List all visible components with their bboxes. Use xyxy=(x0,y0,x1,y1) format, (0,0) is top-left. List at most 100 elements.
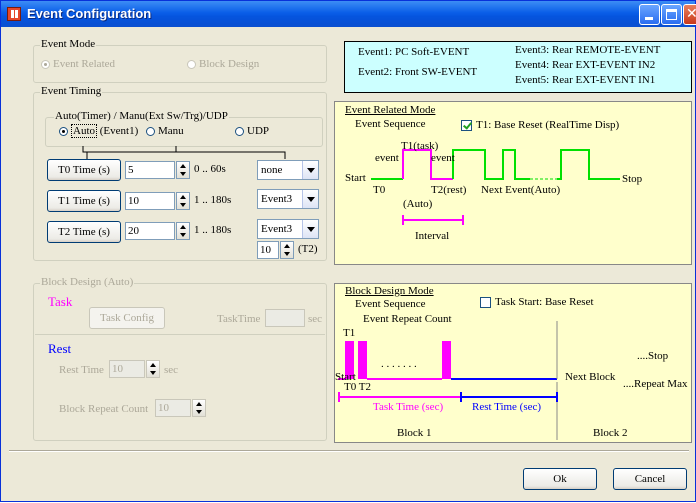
event1-text: Event1: PC Soft-EVENT xyxy=(358,46,470,58)
rest-label: Rest xyxy=(48,341,72,356)
block-design-radio[interactable]: Block Design xyxy=(187,58,259,70)
chevron-down-icon xyxy=(302,190,318,208)
minimize-icon xyxy=(645,17,653,20)
task-start-reset-label: Task Start: Base Reset xyxy=(495,296,594,308)
window-title: Event Configuration xyxy=(27,6,152,21)
event2-text: Event2: Front SW-EVENT xyxy=(358,66,478,78)
task-time-input[interactable] xyxy=(265,309,305,327)
realtime-reset-checkbox[interactable]: T1: Base Reset (RealTime Disp) xyxy=(461,119,619,131)
bottom-separator xyxy=(9,450,689,452)
event-configuration-window: Event Configuration ✕ Event Mode Event R… xyxy=(0,0,696,502)
t1-time-spinner[interactable] xyxy=(176,192,190,210)
radio-icon xyxy=(235,126,244,136)
maximize-icon xyxy=(666,9,677,20)
task-time-label: TaskTime xyxy=(217,313,261,325)
t0-event-select[interactable]: none xyxy=(257,160,319,180)
task-start-reset-checkbox[interactable]: Task Start: Base Reset xyxy=(480,296,594,308)
rest-time-label: Rest Time xyxy=(59,364,104,376)
rest-time-caption: Rest Time (sec) xyxy=(472,401,542,413)
repeat-count-label: Block Repeat Count xyxy=(59,403,149,415)
minimize-button[interactable] xyxy=(639,4,660,25)
t1-label: T1 xyxy=(343,327,356,339)
divider xyxy=(35,334,325,335)
t2-time-input[interactable]: 20 xyxy=(125,222,175,240)
t1-range-label: 1 .. 180s xyxy=(194,194,232,206)
manu-radio[interactable]: Manu xyxy=(146,125,184,137)
stop-label: ....Stop xyxy=(637,350,669,362)
udp-radio[interactable]: UDP xyxy=(235,125,269,137)
task-label: Task xyxy=(48,294,73,309)
event-timing-label: Event Timing xyxy=(40,85,103,97)
close-button[interactable]: ✕ xyxy=(683,4,696,25)
block-design-diagram: Block Design Mode Event Sequence Task St… xyxy=(334,283,692,443)
event3-text: Event3: Rear REMOTE-EVENT xyxy=(515,44,661,56)
interval-label: Interval xyxy=(415,230,450,242)
t1-select-value: Event3 xyxy=(261,193,293,205)
event-diagram-title: Event Related Mode xyxy=(345,104,436,116)
event-mode-label: Event Mode xyxy=(40,38,97,50)
radio-icon xyxy=(41,59,50,69)
t2-count-note: (T2) xyxy=(298,243,318,255)
t2-event-select[interactable]: Event3 xyxy=(257,219,319,239)
radio-icon xyxy=(59,126,68,136)
t0-t2-label: T0 T2 xyxy=(344,381,371,393)
auto-note: (Event1) xyxy=(99,125,139,137)
block-design-group: Block Design (Auto) xyxy=(33,276,327,441)
auto-radio[interactable]: Auto (Event1) xyxy=(59,124,139,138)
chevron-down-icon xyxy=(302,161,318,179)
t0-select-value: none xyxy=(261,164,283,176)
ok-button[interactable]: Ok xyxy=(523,468,597,490)
t2-select-value: Event3 xyxy=(261,223,293,235)
manu-label: Manu xyxy=(158,125,184,137)
realtime-reset-label: T1: Base Reset (RealTime Disp) xyxy=(476,119,620,131)
event-related-diagram: Event Related Mode Event Sequence T1: Ba… xyxy=(334,101,692,265)
t2-count-spinner[interactable] xyxy=(280,241,294,259)
udp-label: UDP xyxy=(247,125,270,137)
t0-range-label: 0 .. 60s xyxy=(194,163,226,175)
next-event-label: Next Event(Auto) xyxy=(481,184,561,196)
t2-count-input[interactable]: 10 xyxy=(257,241,279,259)
event-b-label: event xyxy=(431,152,455,164)
event-legend-box: Event1: PC Soft-EVENT Event2: Front SW-E… xyxy=(344,41,692,93)
repeat-max-label: ....Repeat Max xyxy=(623,378,688,390)
checkbox-icon xyxy=(480,296,491,308)
title-bar[interactable]: Event Configuration ✕ xyxy=(1,1,696,27)
event-related-radio[interactable]: Event Related xyxy=(41,58,115,70)
chevron-down-icon xyxy=(302,220,318,238)
block-sequence-label: Event Sequence xyxy=(355,298,426,310)
rest-time-input[interactable]: 10 xyxy=(109,360,145,378)
repeat-count-spinner[interactable] xyxy=(192,399,206,417)
t2-rest-label: T2(rest) xyxy=(431,184,467,196)
t0-time-button[interactable]: T0 Time (s) xyxy=(47,159,121,181)
stop-label: Stop xyxy=(622,173,643,185)
auto-label: Auto xyxy=(71,124,97,138)
radio-icon xyxy=(146,126,155,136)
task-config-button[interactable]: Task Config xyxy=(89,307,165,329)
event5-text: Event5: Rear EXT-EVENT IN1 xyxy=(515,74,656,86)
rest-time-spinner[interactable] xyxy=(146,360,160,378)
block2-label: Block 2 xyxy=(593,427,628,439)
event-repeat-label: Event Repeat Count xyxy=(363,313,452,325)
t1-task-label: T1(task) xyxy=(401,140,439,152)
block-diagram-title: Block Design Mode xyxy=(345,285,434,297)
repeat-count-input[interactable]: 10 xyxy=(155,399,191,417)
t1-time-input[interactable]: 10 xyxy=(125,192,175,210)
rest-time-unit: sec xyxy=(164,364,179,376)
cancel-button[interactable]: Cancel xyxy=(613,468,687,490)
t0-time-input[interactable]: 5 xyxy=(125,161,175,179)
timing-mode-label: Auto(Timer) / Manu(Ext Sw/Trg)/UDP xyxy=(54,110,229,122)
event4-text: Event4: Rear EXT-EVENT IN2 xyxy=(515,59,656,71)
close-icon: ✕ xyxy=(686,6,696,22)
task-time-unit: sec xyxy=(308,313,323,325)
t2-time-spinner[interactable] xyxy=(176,222,190,240)
radio-icon xyxy=(187,59,196,69)
t1-time-button[interactable]: T1 Time (s) xyxy=(47,190,121,212)
event-sequence-label: Event Sequence xyxy=(355,118,426,130)
t0-label: T0 xyxy=(373,184,386,196)
repeat-dots: . . . . . . . xyxy=(381,358,417,370)
block1-label: Block 1 xyxy=(397,427,432,439)
t1-event-select[interactable]: Event3 xyxy=(257,189,319,209)
maximize-button[interactable] xyxy=(661,4,682,25)
t0-time-spinner[interactable] xyxy=(176,161,190,179)
t2-time-button[interactable]: T2 Time (s) xyxy=(47,221,121,243)
